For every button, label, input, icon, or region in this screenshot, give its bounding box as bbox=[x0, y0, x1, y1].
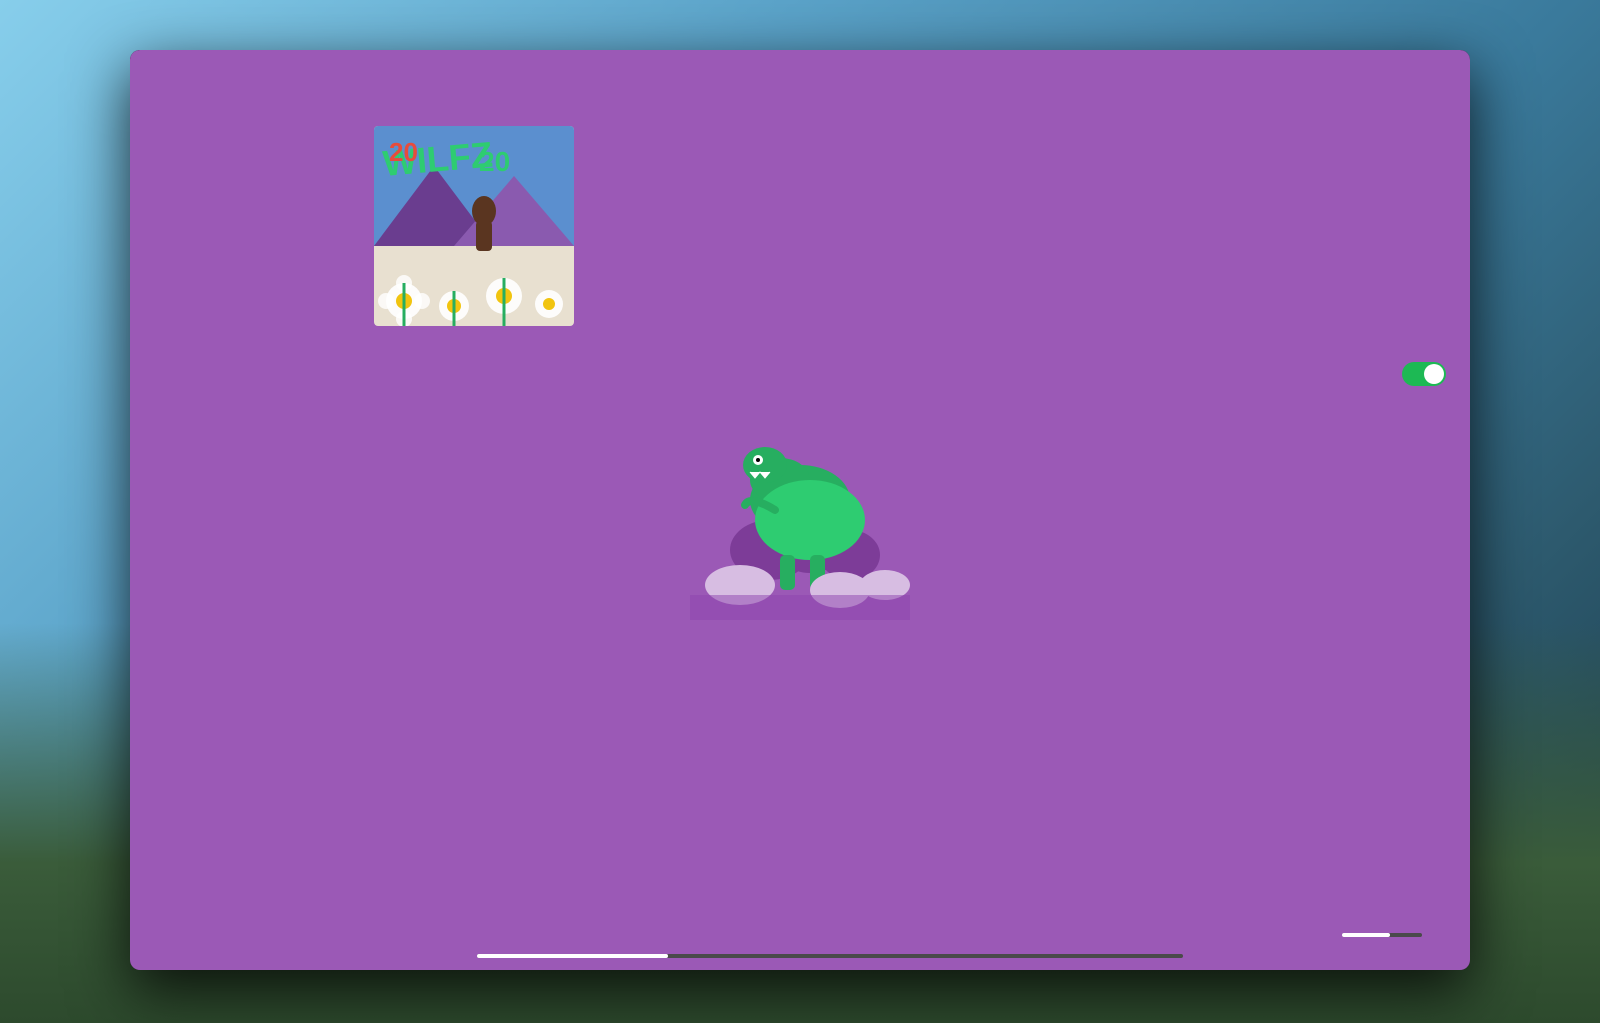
progress-bar[interactable] bbox=[477, 954, 1182, 958]
playlist-cover: WILFZ 20 20 bbox=[374, 126, 574, 326]
album-art-dinosaur bbox=[130, 662, 350, 882]
svg-text:20: 20 bbox=[479, 146, 510, 177]
sidebar: Home Browse bbox=[130, 102, 350, 898]
progress-fill bbox=[477, 954, 667, 958]
volume-bar[interactable] bbox=[1342, 933, 1422, 937]
toggle-knob bbox=[1424, 364, 1444, 384]
volume-fill bbox=[1342, 933, 1390, 937]
main-area: Home Browse bbox=[130, 102, 1470, 898]
sidebar-album-art bbox=[130, 662, 350, 882]
svg-text:20: 20 bbox=[389, 137, 418, 167]
downloading-toggle[interactable] bbox=[1402, 362, 1446, 386]
main-window: ‹ › 🔍 Tetyana ✓ bbox=[130, 50, 1470, 970]
